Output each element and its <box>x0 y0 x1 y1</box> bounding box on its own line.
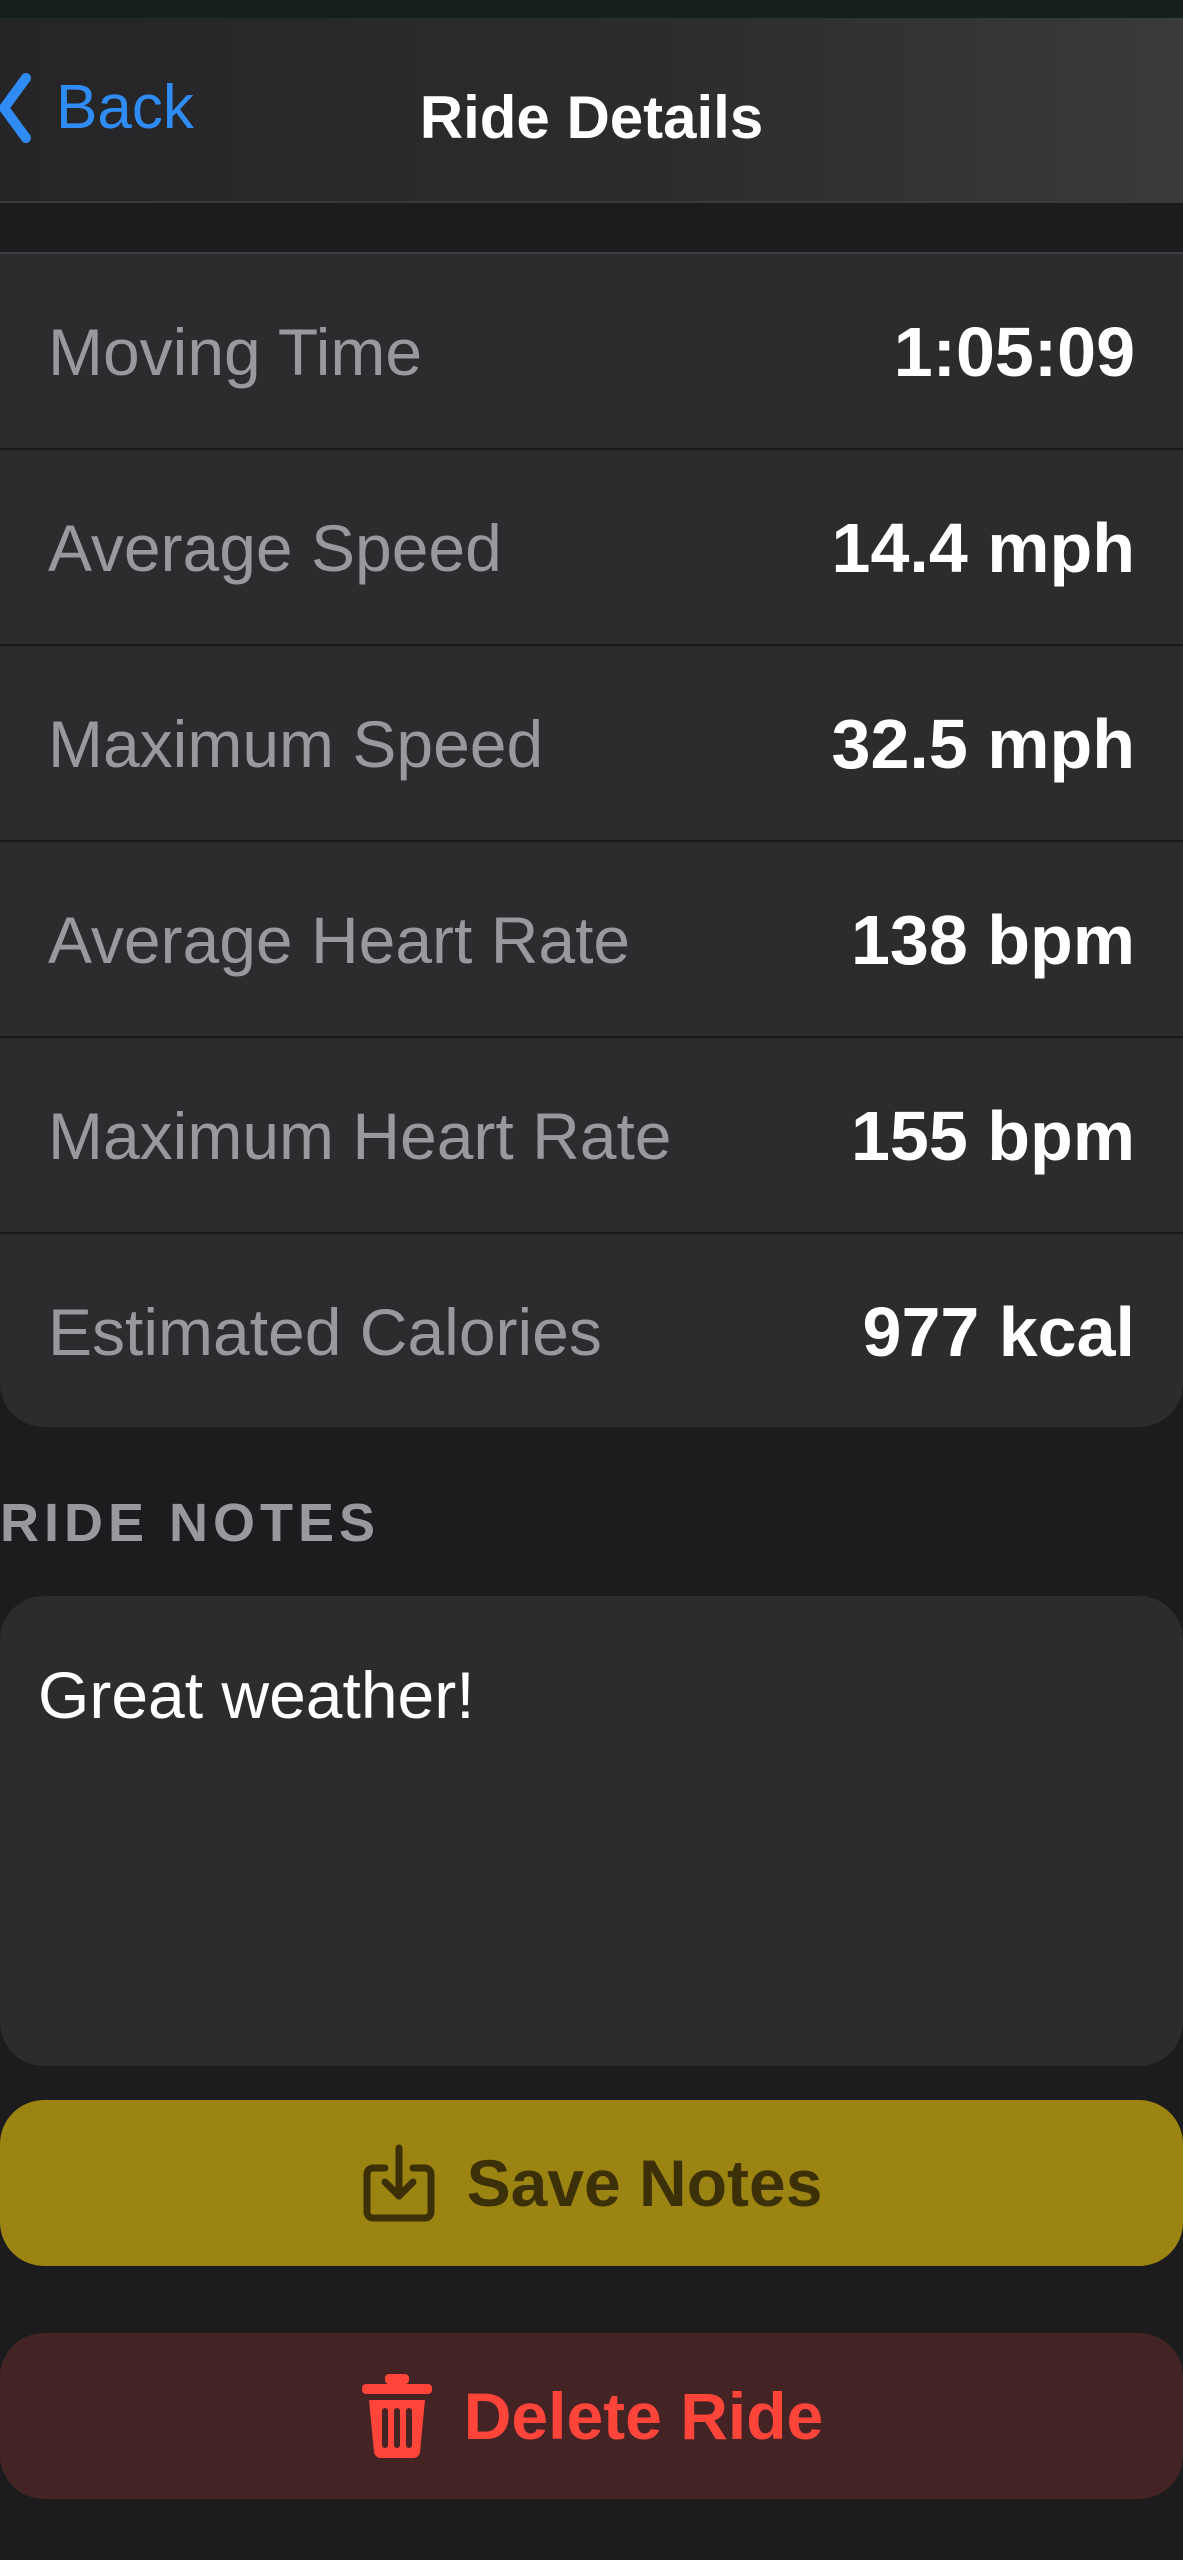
page-title: Ride Details <box>0 88 1183 148</box>
stat-value: 138 bpm <box>851 901 1135 979</box>
stat-row-average-speed: Average Speed 14.4 mph <box>0 450 1183 646</box>
stat-label: Estimated Calories <box>48 1295 602 1369</box>
ride-notes-textarea[interactable]: Great weather! <box>0 1596 1183 2066</box>
stat-label: Average Speed <box>48 511 502 585</box>
stat-value: 155 bpm <box>851 1097 1135 1175</box>
ride-stats-card: Moving Time 1:05:09 Average Speed 14.4 m… <box>0 252 1183 1427</box>
ride-notes-section-header: RIDE NOTES <box>0 1493 381 1553</box>
stat-value: 14.4 mph <box>831 509 1135 587</box>
save-notes-label: Save Notes <box>466 2146 823 2220</box>
ride-notes-text: Great weather! <box>38 1658 475 1732</box>
navigation-bar: Back Ride Details <box>0 18 1183 203</box>
stat-label: Average Heart Rate <box>48 903 631 977</box>
stat-row-average-heart-rate: Average Heart Rate 138 bpm <box>0 842 1183 1038</box>
status-bar-strip <box>0 0 1183 18</box>
stat-value: 32.5 mph <box>831 705 1135 783</box>
save-notes-button[interactable]: Save Notes <box>0 2100 1183 2266</box>
square-arrow-down-icon <box>363 2144 435 2222</box>
stat-label: Maximum Speed <box>48 707 544 781</box>
delete-ride-label: Delete Ride <box>463 2379 824 2453</box>
stat-row-maximum-heart-rate: Maximum Heart Rate 155 bpm <box>0 1038 1183 1234</box>
stat-label: Maximum Heart Rate <box>48 1099 672 1173</box>
stat-row-maximum-speed: Maximum Speed 32.5 mph <box>0 646 1183 842</box>
stat-label: Moving Time <box>48 315 423 389</box>
trash-icon <box>361 2374 432 2459</box>
stat-value: 977 kcal <box>862 1293 1135 1371</box>
delete-ride-button[interactable]: Delete Ride <box>0 2333 1183 2499</box>
page-title-text: Ride Details <box>419 84 764 151</box>
stat-value: 1:05:09 <box>893 313 1135 391</box>
stat-row-moving-time: Moving Time 1:05:09 <box>0 254 1183 450</box>
stat-row-estimated-calories: Estimated Calories 977 kcal <box>0 1234 1183 1427</box>
